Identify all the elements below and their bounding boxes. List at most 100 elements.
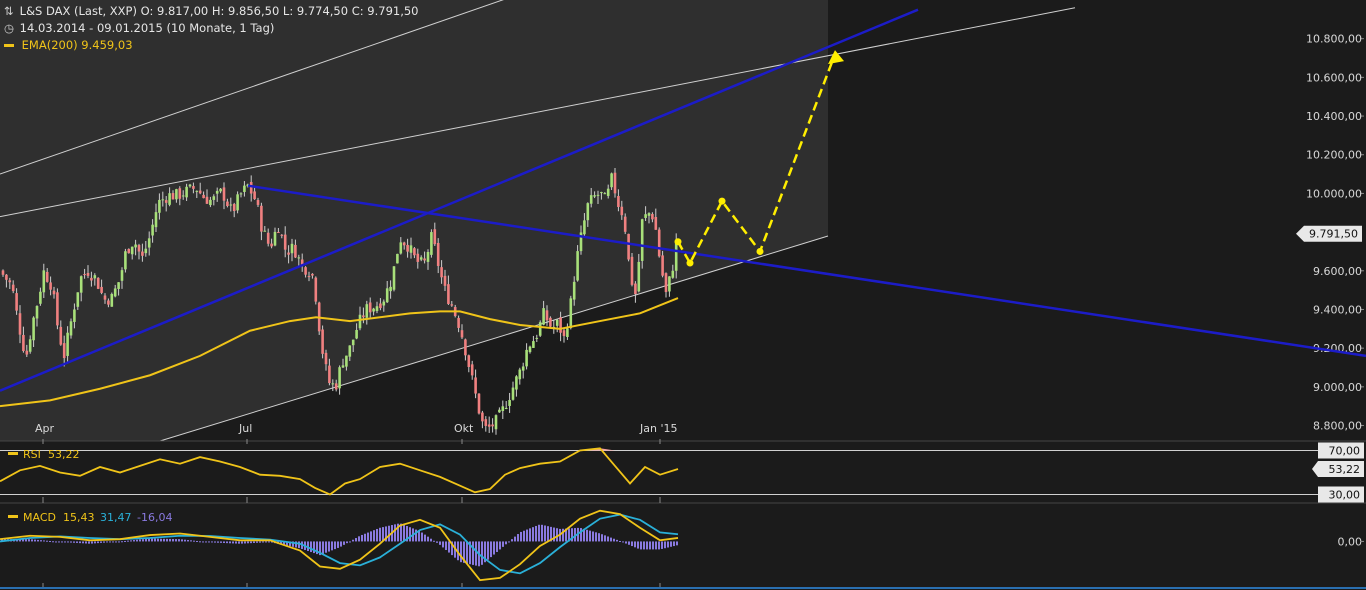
candle-body: [79, 276, 83, 293]
candle-body: [66, 332, 69, 356]
macd-histogram-bar: [379, 527, 381, 542]
candle-body: [334, 383, 338, 390]
candle-body: [283, 234, 287, 250]
macd-histogram-bar: [355, 538, 357, 542]
macd-histogram-bar: [52, 541, 54, 543]
candle-body: [572, 281, 576, 300]
macd-histogram-bar: [265, 541, 267, 543]
candle-body: [562, 330, 566, 337]
macd-histogram-bar: [655, 541, 657, 550]
candle-body: [419, 257, 423, 260]
macd-histogram-bar: [172, 539, 174, 542]
x-tick-label: Okt: [454, 422, 474, 435]
macd-histogram-bar: [85, 541, 87, 544]
candle-body: [511, 387, 515, 400]
macd-histogram-bar: [664, 541, 666, 549]
candle-body: [331, 383, 335, 385]
macd-histogram-bar: [676, 541, 678, 546]
candle-body: [470, 364, 474, 376]
x-tick-label: Apr: [35, 422, 55, 435]
macd-histogram-bar: [178, 539, 180, 542]
candle-body: [474, 377, 477, 394]
candle-body: [525, 349, 528, 367]
candle-body: [559, 317, 562, 333]
macd-histogram-bar: [514, 536, 516, 542]
macd-histogram-bar: [625, 541, 627, 544]
candle-body: [32, 317, 35, 341]
macd-histogram-bar: [349, 541, 351, 543]
macd-histogram-bar: [511, 539, 513, 542]
candle-body: [399, 242, 403, 254]
candle-body: [195, 190, 199, 192]
macd-histogram-bar: [394, 524, 396, 542]
candle-body: [589, 195, 593, 204]
y-tick-label: 10.600,00: [1306, 71, 1362, 84]
candle-body: [477, 393, 481, 414]
macd-histogram-bar: [163, 538, 165, 542]
macd-histogram-bar: [520, 531, 522, 542]
rsi-legend-value: 53,22: [48, 448, 80, 461]
macd-histogram-bar: [238, 541, 240, 544]
candle-body: [314, 277, 318, 302]
macd-histogram-bar: [229, 541, 231, 544]
header-range-text: 14.03.2014 - 09.01.2015 (10 Monate, 1 Ta…: [19, 21, 275, 35]
ema-legend-value: 9.459,03: [81, 38, 133, 52]
forecast-point: [674, 238, 682, 246]
candle-body: [538, 322, 542, 336]
candle-body: [124, 251, 127, 270]
candle-body: [576, 251, 579, 281]
macd-histogram-bar: [298, 541, 300, 549]
candle-body: [273, 231, 277, 246]
candle-body: [498, 409, 501, 413]
macd-histogram-bar: [601, 534, 603, 542]
candle-body: [351, 339, 355, 346]
candle-body: [209, 199, 212, 206]
candle-body: [100, 286, 103, 293]
candle-body: [25, 350, 29, 355]
macd-histogram-bar: [232, 541, 234, 544]
macd-histogram-bar: [646, 541, 648, 550]
candle-body: [56, 292, 59, 326]
macd-histogram-bar: [121, 541, 123, 543]
rsi-line: [0, 447, 679, 496]
candle-body: [287, 252, 290, 255]
macd-histogram-bar: [133, 540, 135, 542]
candle-body: [158, 199, 161, 213]
candle-body: [457, 317, 460, 328]
macd-histogram-bar: [64, 541, 66, 543]
candle-body: [600, 192, 603, 194]
candle-body: [389, 286, 392, 292]
macd-histogram-bar: [109, 541, 111, 543]
macd-histogram-bar: [91, 541, 93, 544]
macd-legend-hist-value: -16,04: [137, 511, 172, 524]
x-tick-label: Jan '15: [639, 422, 677, 435]
candle-body: [606, 188, 610, 196]
macd-histogram-bar: [592, 531, 594, 542]
candle-body: [464, 339, 467, 356]
macd-histogram-bar: [508, 541, 510, 543]
candle-body: [222, 187, 226, 201]
candle-body: [5, 274, 8, 280]
candle-body: [45, 271, 49, 282]
macd-histogram-bar: [628, 541, 630, 545]
macd-histogram-bar: [466, 541, 468, 564]
macd-histogram-bar: [496, 541, 498, 552]
macd-histogram-bar: [334, 541, 336, 550]
macd-histogram-bar: [499, 541, 501, 550]
candle-body: [8, 280, 12, 283]
macd-histogram-bar: [49, 540, 51, 542]
candle-body: [375, 306, 379, 312]
candle-body: [219, 188, 222, 192]
forecast-point: [756, 247, 764, 255]
candle-body: [372, 308, 375, 312]
macd-histogram-bar: [502, 541, 504, 547]
candle-body: [144, 248, 148, 254]
chart-canvas[interactable]: Apr Jul Okt Jan '15 10.800,00 10.600,00 10.400…: [0, 0, 1366, 590]
candle-body: [28, 339, 32, 352]
macd-histogram-bar: [112, 541, 114, 543]
candle-body: [175, 189, 178, 200]
candle-body: [321, 329, 324, 354]
macd-histogram-bar: [214, 541, 216, 543]
macd-histogram-bar: [199, 541, 201, 543]
candle-body: [260, 205, 263, 232]
